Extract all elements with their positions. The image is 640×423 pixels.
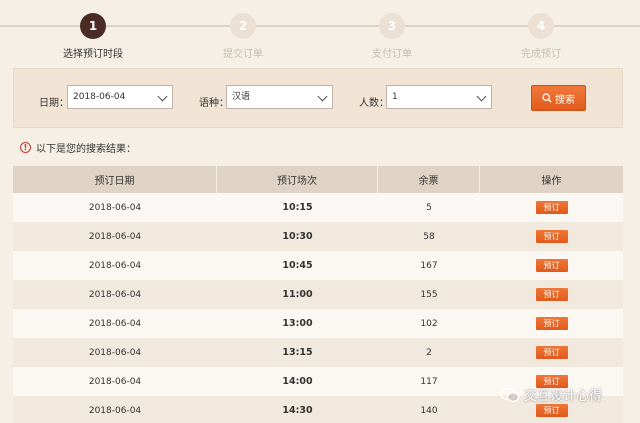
- row-date: 2018-06-04: [88, 289, 142, 300]
- table-row: 2018-06-04 10:30 58 预订: [13, 222, 623, 251]
- language-select[interactable]: 汉语: [226, 85, 333, 109]
- row-date: 2018-06-04: [88, 347, 142, 358]
- row-date: 2018-06-04: [88, 231, 142, 242]
- language-select-value: 汉语: [232, 92, 251, 102]
- step-4-circle: 4: [528, 13, 554, 39]
- table-row: 2018-06-04 10:15 5 预订: [13, 193, 623, 222]
- row-remaining: 58: [423, 231, 435, 242]
- table-header: 预订日期 预订场次 余票 操作: [13, 166, 623, 193]
- date-select[interactable]: 2018-06-04: [67, 85, 173, 109]
- people-label: 人数：: [359, 98, 389, 109]
- search-panel: 日期： 2018-06-04 语种： 汉语 人数： 1 搜索: [13, 68, 623, 128]
- date-label: 日期：: [39, 98, 69, 109]
- search-button-label: 搜索: [555, 94, 575, 106]
- date-select-value: 2018-06-04: [73, 92, 126, 102]
- stepper-line: [554, 25, 640, 27]
- result-notice: ! 以下是您的搜索结果：: [20, 140, 136, 155]
- row-time: 13:15: [282, 347, 313, 358]
- row-remaining: 140: [420, 405, 438, 416]
- row-time: 10:30: [282, 231, 313, 242]
- book-button[interactable]: 预订: [535, 288, 568, 301]
- header-remaining: 余票: [378, 166, 480, 193]
- chevron-down-icon: [157, 91, 168, 102]
- book-button[interactable]: 预订: [535, 404, 568, 417]
- row-date: 2018-06-04: [88, 318, 142, 329]
- row-time: 14:30: [282, 405, 313, 416]
- row-remaining: 2: [426, 347, 432, 358]
- book-button[interactable]: 预订: [535, 230, 568, 243]
- chevron-down-icon: [476, 91, 487, 102]
- row-time: 11:00: [282, 289, 313, 300]
- header-date: 预订日期: [13, 166, 217, 193]
- header-action: 操作: [541, 176, 562, 187]
- row-date: 2018-06-04: [88, 260, 142, 271]
- table-row: 2018-06-04 11:00 155 预订: [13, 280, 623, 309]
- row-time: 10:15: [282, 202, 313, 213]
- step-1-circle: 1: [80, 13, 106, 39]
- alert-icon: !: [20, 142, 31, 153]
- row-date: 2018-06-04: [88, 202, 142, 213]
- stepper-line: [256, 25, 379, 27]
- stepper-line: [405, 25, 528, 27]
- row-time: 14:00: [282, 376, 313, 387]
- result-text: 以下是您的搜索结果：: [36, 144, 136, 155]
- stepper-line: [0, 25, 80, 27]
- row-time: 10:45: [282, 260, 313, 271]
- step-3-label: 支付订单: [372, 49, 412, 60]
- row-remaining: 102: [420, 318, 438, 329]
- book-button[interactable]: 预订: [535, 201, 568, 214]
- row-remaining: 5: [426, 202, 432, 213]
- booking-stepper: 1 选择预订时段 2 提交订单 3 支付订单 4 完成预订: [0, 0, 640, 66]
- chevron-down-icon: [317, 91, 328, 102]
- language-label: 语种：: [199, 98, 229, 109]
- row-remaining: 155: [420, 289, 438, 300]
- row-remaining: 117: [420, 376, 438, 387]
- wechat-icon: [500, 387, 520, 402]
- step-3-circle: 3: [379, 13, 405, 39]
- search-icon: [542, 93, 552, 103]
- step-1-label: 选择预订时段: [63, 49, 123, 60]
- book-button[interactable]: 预订: [535, 346, 568, 359]
- header-session: 预订场次: [217, 166, 378, 193]
- people-select[interactable]: 1: [386, 85, 492, 109]
- book-button[interactable]: 预订: [535, 259, 568, 272]
- table-row: 2018-06-04 13:15 2 预订: [13, 338, 623, 367]
- search-button[interactable]: 搜索: [531, 85, 586, 111]
- step-2-circle: 2: [230, 13, 256, 39]
- step-2-label: 提交订单: [223, 49, 263, 60]
- row-remaining: 167: [420, 260, 438, 271]
- row-date: 2018-06-04: [88, 376, 142, 387]
- watermark: 交互设计心得: [500, 385, 602, 404]
- people-select-value: 1: [392, 92, 398, 102]
- book-button[interactable]: 预订: [535, 317, 568, 330]
- row-time: 13:00: [282, 318, 313, 329]
- row-date: 2018-06-04: [88, 405, 142, 416]
- watermark-text: 交互设计心得: [524, 389, 603, 404]
- table-row: 2018-06-04 13:00 102 预订: [13, 309, 623, 338]
- table-row: 2018-06-04 10:45 167 预订: [13, 251, 623, 280]
- stepper-line: [106, 25, 230, 27]
- step-4-label: 完成预订: [521, 49, 561, 60]
